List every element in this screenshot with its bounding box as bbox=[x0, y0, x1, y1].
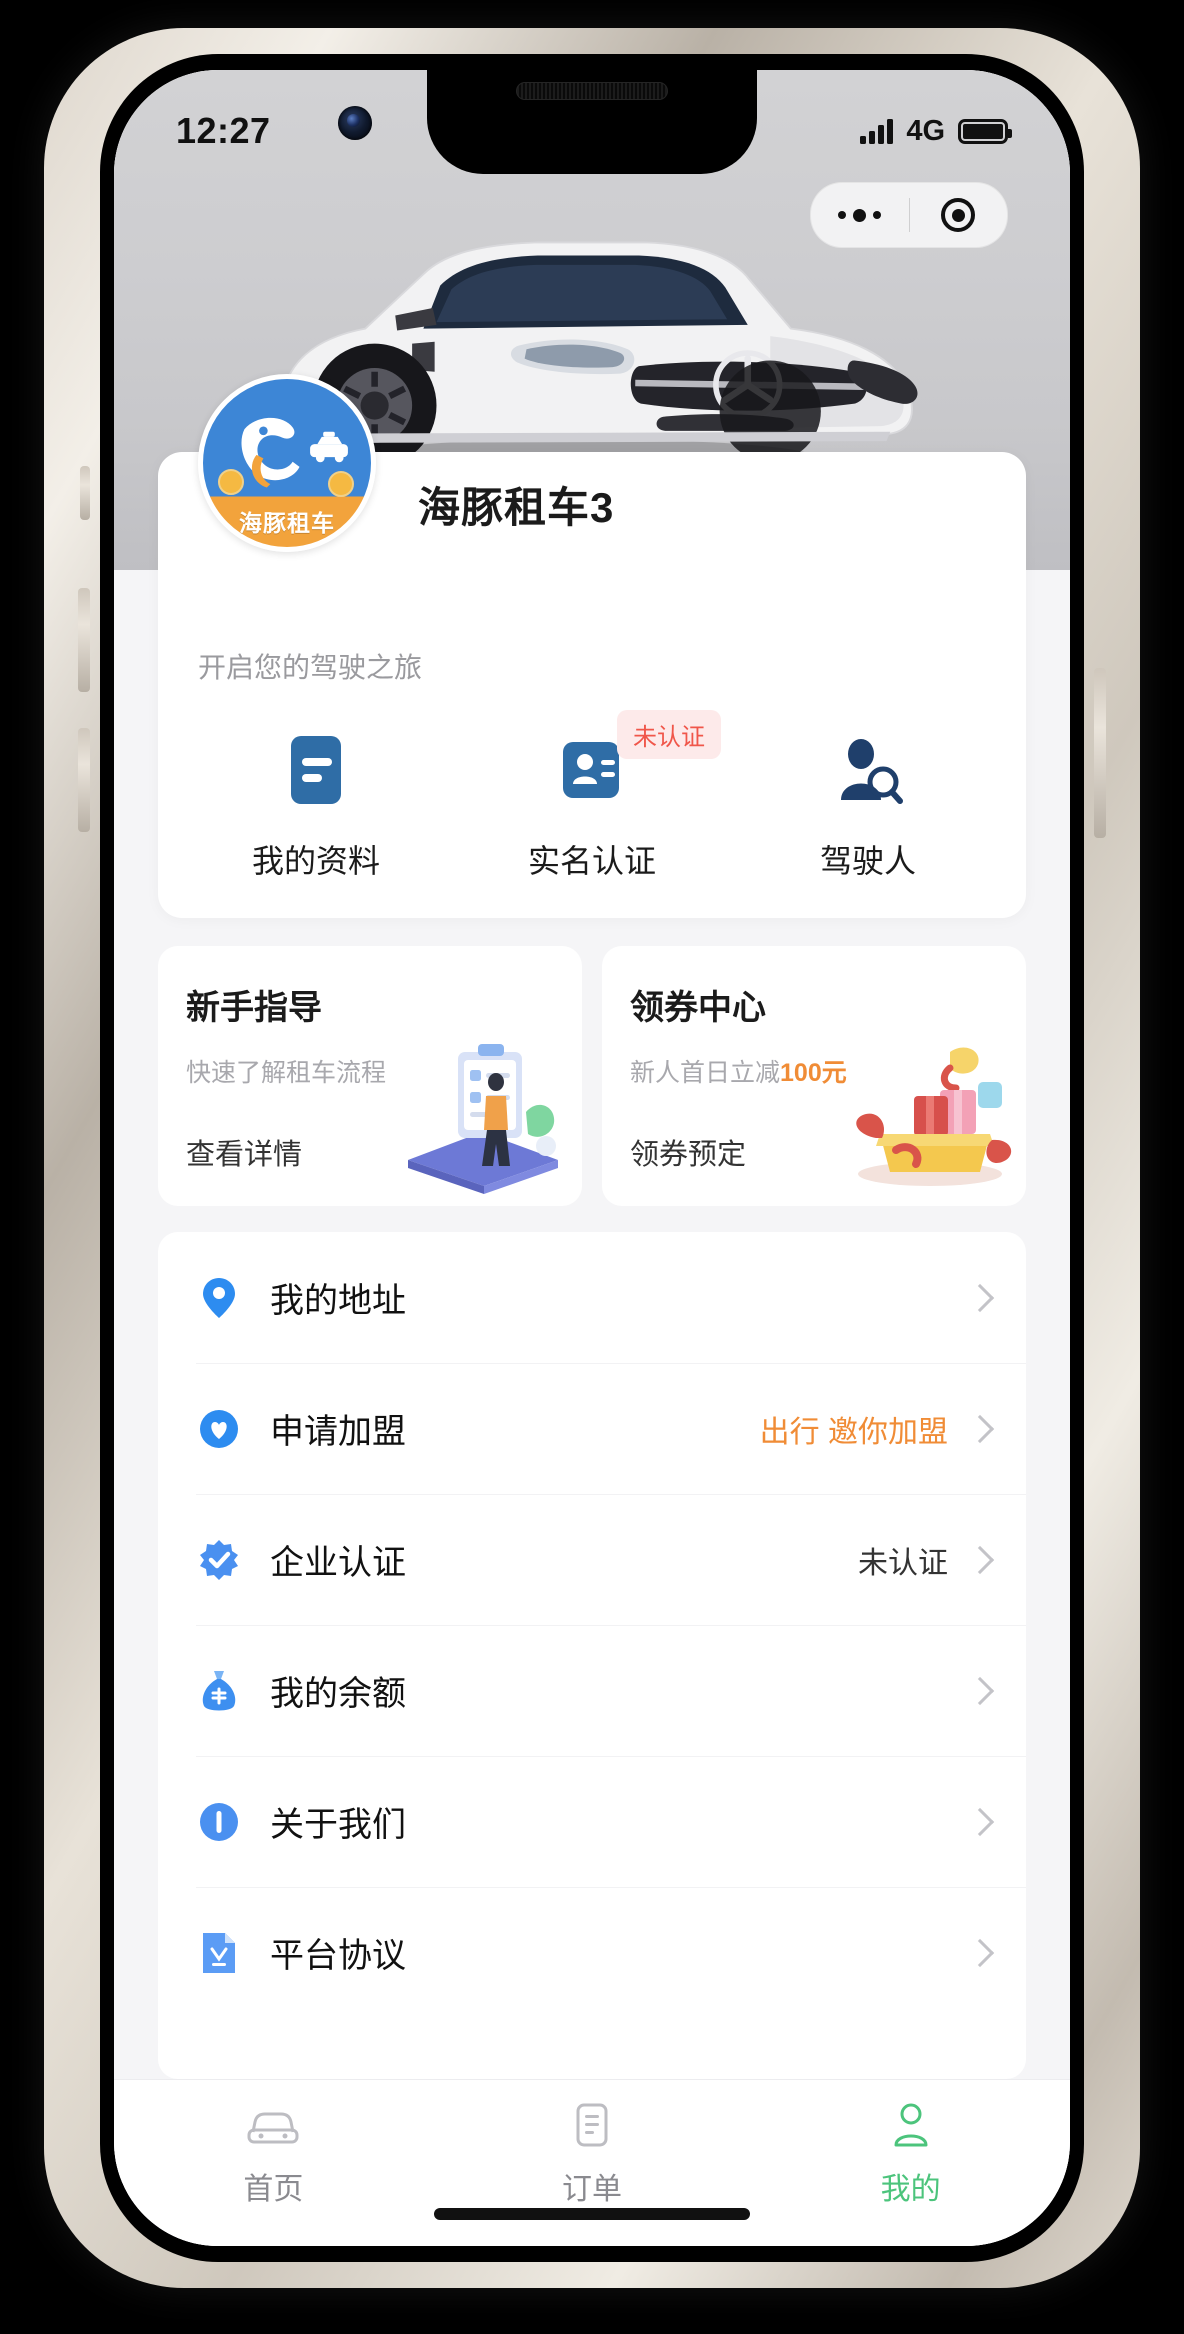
profile-header[interactable]: 海豚租车 海豚租车3 bbox=[158, 374, 1026, 612]
miniprogram-capsule bbox=[810, 182, 1008, 248]
quick-actions: 我的资料 未认证 实名认证 驾驶人 bbox=[158, 686, 1026, 882]
power-button[interactable] bbox=[1094, 668, 1106, 838]
tab-mine[interactable]: 我的 bbox=[751, 2096, 1070, 2208]
tab-orders[interactable]: 订单 bbox=[433, 2096, 752, 2208]
action-label: 我的资料 bbox=[251, 843, 380, 879]
menu-item-balance[interactable]: 我的余额 bbox=[158, 1625, 1026, 1756]
status-time: 12:27 bbox=[176, 110, 271, 151]
volume-down-button[interactable] bbox=[78, 728, 90, 832]
menu-item-value: 出行 邀你加盟 bbox=[759, 1415, 948, 1449]
chevron-right-icon bbox=[965, 1807, 995, 1836]
menu-item-address[interactable]: 我的地址 bbox=[158, 1232, 1026, 1363]
location-pin-icon bbox=[196, 1275, 242, 1321]
chevron-right-icon bbox=[965, 1414, 995, 1443]
chevron-right-icon bbox=[965, 1938, 995, 1967]
info-circle-icon bbox=[196, 1799, 242, 1845]
silent-switch[interactable] bbox=[80, 466, 90, 520]
target-circle-icon bbox=[941, 198, 976, 232]
earpiece-speaker bbox=[516, 82, 668, 100]
heart-badge-icon bbox=[196, 1406, 242, 1452]
chevron-right-icon bbox=[965, 1545, 995, 1574]
menu-item-label: 企业认证 bbox=[270, 1544, 406, 1582]
action-label: 实名认证 bbox=[527, 843, 656, 879]
id-card-icon: 未认证 bbox=[559, 710, 721, 808]
volume-up-button[interactable] bbox=[78, 588, 90, 692]
person-search-icon bbox=[833, 732, 903, 808]
car-icon bbox=[245, 2096, 301, 2154]
menu-item-agreement[interactable]: 平台协议 bbox=[158, 1887, 1026, 2018]
gift-box-illustration bbox=[856, 1047, 1012, 1186]
phone-bezel: 海豚租车 海豚租车3 开启您的驾驶之旅 我的资料 未认证 实名认证 驾驶人 新手… bbox=[100, 54, 1084, 2262]
more-dots-icon bbox=[838, 208, 882, 222]
agreement-doc-icon bbox=[196, 1930, 242, 1976]
profile-name: 海豚租车3 bbox=[418, 484, 615, 531]
phone-checklist-illustration bbox=[408, 1044, 558, 1194]
person-icon bbox=[889, 2096, 933, 2154]
tab-label: 我的 bbox=[880, 2173, 941, 2206]
network-type-label: 4G bbox=[906, 114, 945, 147]
promo-card-guide[interactable]: 新手指导 快速了解租车流程 查看详情 bbox=[158, 946, 582, 1206]
profile-card: 海豚租车 海豚租车3 开启您的驾驶之旅 我的资料 未认证 实名认证 驾驶人 bbox=[158, 374, 1026, 918]
promo-title: 领券中心 bbox=[630, 989, 766, 1027]
avatar[interactable]: 海豚租车 bbox=[198, 374, 376, 552]
app-root: 海豚租车 海豚租车3 开启您的驾驶之旅 我的资料 未认证 实名认证 驾驶人 新手… bbox=[114, 70, 1070, 2246]
signal-bars-icon bbox=[860, 118, 894, 144]
profile-subtitle: 开启您的驾驶之旅 bbox=[198, 652, 423, 683]
taxi-car-icon bbox=[310, 431, 348, 463]
menu-item-value: 未认证 bbox=[858, 1546, 948, 1580]
tab-home[interactable]: 首页 bbox=[114, 2096, 433, 2208]
avatar-brand-text: 海豚租车 bbox=[239, 510, 335, 536]
action-label: 驾驶人 bbox=[819, 843, 916, 879]
menu-item-enterprise-auth[interactable]: 企业认证 未认证 bbox=[158, 1494, 1026, 1625]
menu-item-label: 我的余额 bbox=[270, 1675, 406, 1713]
tab-label: 首页 bbox=[243, 2173, 304, 2206]
money-bag-icon bbox=[196, 1668, 242, 1714]
promo-title: 新手指导 bbox=[186, 989, 322, 1027]
bottom-tab-bar: 首页 订单 我的 bbox=[114, 2079, 1070, 2246]
tab-label: 订单 bbox=[562, 2173, 622, 2206]
home-indicator[interactable] bbox=[434, 2208, 750, 2220]
status-badge: 未认证 bbox=[617, 710, 721, 759]
capsule-close-button[interactable] bbox=[910, 183, 1008, 247]
chevron-right-icon bbox=[965, 1676, 995, 1705]
promo-subtitle-text: 新人首日立减 bbox=[630, 1059, 781, 1087]
coin-icon bbox=[328, 471, 354, 497]
battery-full-icon bbox=[958, 118, 1012, 144]
phone-screen: 海豚租车 海豚租车3 开启您的驾驶之旅 我的资料 未认证 实名认证 驾驶人 新手… bbox=[114, 70, 1070, 2246]
menu-item-label: 平台协议 bbox=[270, 1937, 406, 1975]
menu-item-join[interactable]: 申请加盟 出行 邀你加盟 bbox=[158, 1363, 1026, 1494]
promo-cards: 新手指导 快速了解租车流程 查看详情 领券中心 新人首日立减100元 领券预定 bbox=[114, 922, 1070, 1206]
verified-badge-icon bbox=[196, 1537, 242, 1583]
chevron-right-icon bbox=[965, 1283, 995, 1312]
action-driver[interactable]: 驾驶人 bbox=[730, 732, 1006, 882]
document-lines-icon bbox=[285, 732, 347, 808]
capsule-menu-button[interactable] bbox=[811, 183, 909, 247]
promo-card-coupon[interactable]: 领券中心 新人首日立减100元 领券预定 bbox=[602, 946, 1026, 1206]
action-realname-auth[interactable]: 未认证 实名认证 bbox=[454, 710, 730, 882]
front-camera bbox=[338, 106, 372, 140]
menu-item-about[interactable]: 关于我们 bbox=[158, 1756, 1026, 1887]
coin-icon bbox=[218, 469, 244, 495]
profile-text-block: 海豚租车3 bbox=[376, 452, 614, 535]
status-indicators: 4G bbox=[860, 97, 1012, 148]
promo-subtitle-text: 快速了解租车流程 bbox=[186, 1059, 387, 1087]
phone-frame: 海豚租车 海豚租车3 开启您的驾驶之旅 我的资料 未认证 实名认证 驾驶人 新手… bbox=[44, 28, 1140, 2288]
menu-item-label: 关于我们 bbox=[270, 1806, 406, 1844]
menu-item-label: 申请加盟 bbox=[270, 1413, 406, 1451]
menu-item-label: 我的地址 bbox=[270, 1282, 406, 1320]
dynamic-island bbox=[427, 70, 757, 174]
order-list-icon bbox=[572, 2096, 612, 2154]
settings-menu: 我的地址 申请加盟 出行 邀你加盟 企业认证 未认证 我的余额 关于我们 平台协… bbox=[158, 1232, 1026, 2079]
action-my-profile[interactable]: 我的资料 bbox=[178, 732, 454, 882]
